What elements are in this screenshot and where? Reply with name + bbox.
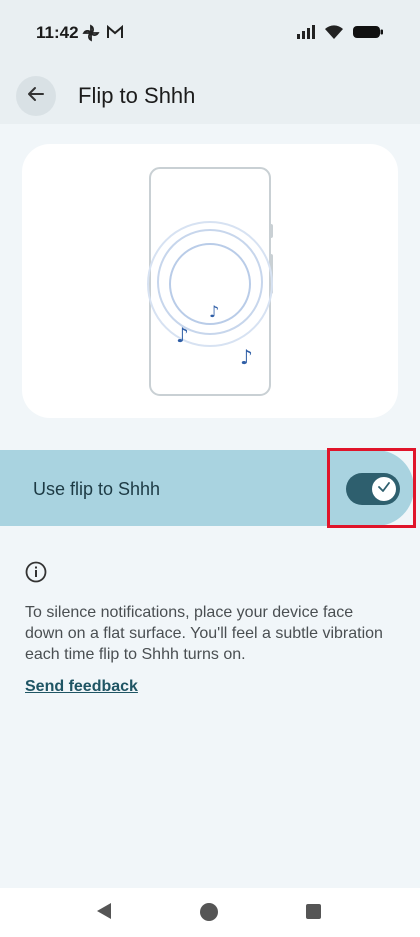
nav-back-icon[interactable]	[95, 901, 113, 926]
description-text: To silence notifications, place your dev…	[25, 604, 383, 663]
back-button[interactable]	[16, 76, 56, 116]
signal-icon	[296, 24, 316, 45]
nav-recents-icon[interactable]	[306, 904, 321, 919]
status-right-icons	[296, 24, 384, 45]
phone-illustration: ♪ ♪ ♪	[147, 167, 273, 396]
app-bar: Flip to Shhh	[0, 66, 420, 124]
page-title: Flip to Shhh	[78, 83, 196, 108]
highlight-box	[327, 448, 416, 528]
wifi-icon	[324, 24, 344, 45]
svg-text:♪: ♪	[209, 302, 219, 321]
info-icon	[25, 561, 47, 588]
svg-text:♪: ♪	[176, 323, 189, 347]
arrow-back-icon	[26, 84, 46, 109]
nav-home-icon[interactable]	[200, 903, 218, 921]
system-nav-bar	[0, 888, 420, 937]
status-time: 11:42	[36, 23, 79, 42]
illustration-card: ♪ ♪ ♪	[22, 144, 398, 418]
battery-icon	[352, 24, 384, 45]
pinwheel-icon	[82, 24, 100, 47]
send-feedback-link[interactable]: Send feedback	[25, 678, 138, 696]
status-bar: 11:42	[0, 0, 420, 66]
svg-text:♪: ♪	[240, 345, 253, 369]
status-left-icons	[82, 24, 124, 47]
gmail-icon	[106, 24, 124, 47]
toggle-label: Use flip to Shhh	[33, 479, 161, 499]
